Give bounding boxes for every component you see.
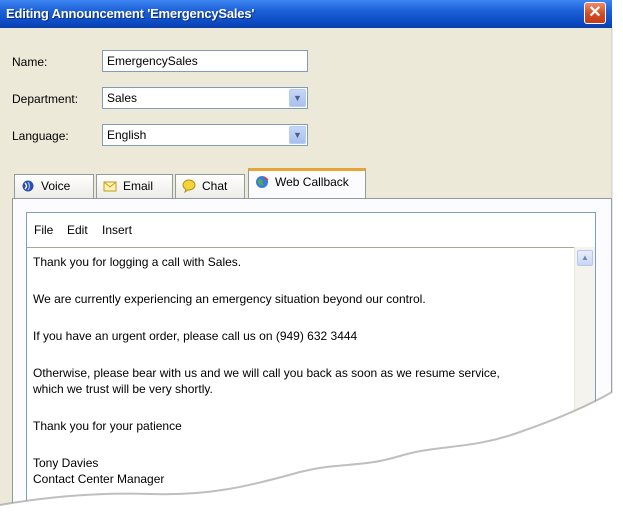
web-callback-icon (256, 176, 269, 188)
tab-voice[interactable]: Voice (14, 174, 94, 198)
menu-insert[interactable]: Insert (102, 223, 132, 237)
language-value: English (107, 128, 147, 142)
email-icon (103, 181, 117, 192)
department-value: Sales (107, 91, 138, 105)
tab-email-label: Email (123, 179, 154, 193)
menu-file[interactable]: File (34, 223, 53, 237)
name-value: EmergencySales (107, 54, 198, 68)
close-icon: ✕ (588, 4, 602, 21)
message-line: Tony Davies (33, 456, 99, 470)
message-line: We are currently experiencing an emergen… (33, 292, 426, 306)
voice-icon (22, 180, 34, 192)
tab-web-callback-label: Web Callback (275, 175, 349, 189)
vertical-scrollbar[interactable]: ▲ (574, 247, 595, 517)
scroll-up-icon[interactable]: ▲ (577, 250, 593, 266)
chevron-down-icon[interactable]: ▼ (289, 89, 306, 107)
name-label: Name: (12, 55, 48, 69)
menu-edit[interactable]: Edit (67, 223, 88, 237)
message-line: Thank you for your patience (33, 419, 182, 433)
close-button[interactable]: ✕ (584, 2, 606, 24)
editor-menubar: File Edit Insert (27, 213, 595, 248)
chevron-down-icon[interactable]: ▼ (289, 126, 306, 144)
title-bar[interactable]: Editing Announcement 'EmergencySales' ✕ (0, 0, 612, 28)
tab-email[interactable]: Email (96, 174, 173, 198)
department-select[interactable]: Sales ▼ (102, 87, 308, 109)
tab-chat[interactable]: Chat (175, 174, 245, 198)
message-line: which we trust will be very shortly. (33, 382, 213, 396)
tab-chat-label: Chat (202, 179, 228, 193)
announcement-editor-window: Editing Announcement 'EmergencySales' ✕ … (0, 0, 612, 517)
window-title: Editing Announcement 'EmergencySales' (6, 6, 255, 21)
tab-web-callback[interactable]: Web Callback (248, 168, 366, 199)
message-line: Contact Center Manager (33, 472, 165, 486)
tab-voice-label: Voice (41, 179, 71, 193)
message-editor[interactable]: File Edit Insert Thank you for logging a… (26, 212, 596, 517)
message-line: Otherwise, please bear with us and we wi… (33, 366, 500, 380)
name-input[interactable]: EmergencySales (102, 50, 308, 72)
message-line: Thank you for logging a call with Sales. (33, 255, 242, 269)
message-line: If you have an urgent order, please call… (33, 329, 358, 343)
department-label: Department: (12, 92, 79, 106)
language-select[interactable]: English ▼ (102, 124, 308, 146)
language-label: Language: (12, 129, 69, 143)
chat-icon (182, 179, 196, 193)
message-text-area[interactable]: Thank you for logging a call with Sales.… (27, 247, 575, 517)
